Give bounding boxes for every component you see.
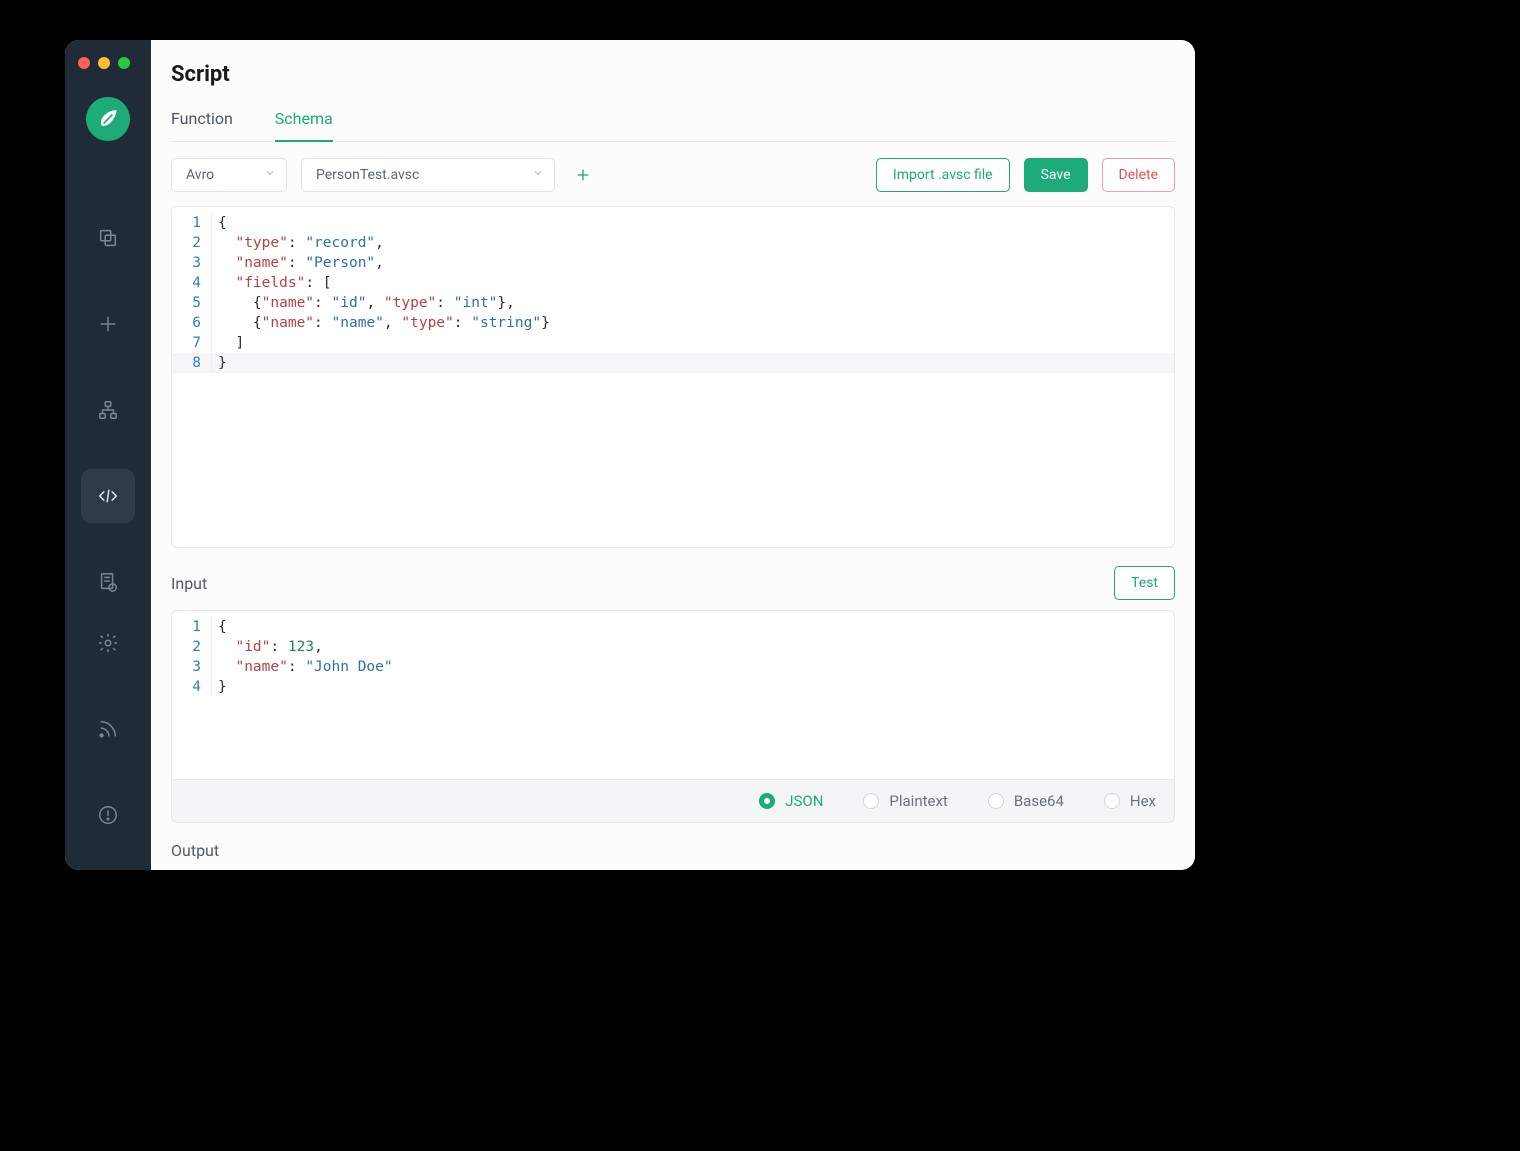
page-title: Script [171, 40, 1175, 99]
code-line: 2 "type": "record", [172, 233, 1174, 253]
tab-schema[interactable]: Schema [275, 99, 333, 142]
sidebar [65, 40, 151, 870]
file-select-value: PersonTest.avsc [316, 167, 419, 183]
input-format-bar: JSON Plaintext Base64 Hex [171, 779, 1175, 823]
format-select-value: Avro [186, 167, 214, 183]
output-title: Output [171, 823, 1175, 870]
sidebar-item-flow[interactable] [81, 383, 135, 437]
format-radio-plaintext[interactable]: Plaintext [863, 792, 947, 810]
code-line: 2 "id": 123, [172, 637, 1174, 657]
radio-dot-icon [863, 793, 879, 809]
code-content: "fields": [ [212, 273, 332, 293]
receipt-icon [97, 571, 119, 593]
format-radio-hex[interactable]: Hex [1104, 792, 1156, 810]
test-button[interactable]: Test [1114, 566, 1175, 600]
radio-label: Hex [1130, 792, 1156, 810]
radio-label: Plaintext [889, 792, 947, 810]
code-content: "name": "Person", [212, 253, 384, 273]
line-number: 8 [172, 353, 212, 373]
save-button[interactable]: Save [1024, 158, 1088, 192]
code-content: "id": 123, [212, 637, 323, 657]
code-content: { [212, 213, 227, 233]
copy-icon [97, 227, 119, 249]
code-content: {"name": "id", "type": "int"}, [212, 293, 515, 313]
code-line: 6 {"name": "name", "type": "string"} [172, 313, 1174, 333]
code-line: 8} [172, 353, 1174, 373]
line-number: 2 [172, 637, 212, 657]
line-number: 2 [172, 233, 212, 253]
sidebar-item-add[interactable] [81, 297, 135, 351]
app-logo [86, 97, 130, 141]
line-number: 3 [172, 253, 212, 273]
code-content: ] [212, 333, 244, 353]
import-button[interactable]: Import .avsc file [876, 158, 1010, 192]
code-line: 5 {"name": "id", "type": "int"}, [172, 293, 1174, 313]
radio-dot-icon [759, 793, 775, 809]
zoom-window-button[interactable] [118, 57, 130, 69]
code-content: {"name": "name", "type": "string"} [212, 313, 550, 333]
radio-label: Base64 [1014, 792, 1064, 810]
radio-dot-icon [988, 793, 1004, 809]
chevron-down-icon [264, 167, 276, 183]
add-schema-button[interactable] [569, 161, 597, 189]
line-number: 4 [172, 677, 212, 697]
code-line: 3 "name": "Person", [172, 253, 1174, 273]
window-controls [65, 50, 130, 89]
line-number: 1 [172, 213, 212, 233]
main-panel: Script Function Schema Avro PersonTest.a… [151, 40, 1195, 870]
format-select[interactable]: Avro [171, 158, 287, 192]
line-number: 3 [172, 657, 212, 677]
code-content: } [212, 353, 227, 373]
tab-bar: Function Schema [171, 99, 1175, 142]
code-content: "type": "record", [212, 233, 384, 253]
input-area: 1{2 "id": 123,3 "name": "John Doe"4} JSO… [171, 610, 1175, 823]
sidebar-item-alerts[interactable] [81, 788, 135, 842]
code-line: 4} [172, 677, 1174, 697]
sidebar-item-logs[interactable] [81, 555, 135, 609]
code-line: 1{ [172, 617, 1174, 637]
format-radio-json[interactable]: JSON [759, 792, 823, 810]
line-number: 1 [172, 617, 212, 637]
app-window: Script Function Schema Avro PersonTest.a… [65, 40, 1195, 870]
input-header: Input Test [171, 548, 1175, 610]
code-content: { [212, 617, 227, 637]
tab-function[interactable]: Function [171, 99, 233, 142]
line-number: 5 [172, 293, 212, 313]
leaf-logo-icon [95, 106, 121, 132]
line-number: 4 [172, 273, 212, 293]
sidebar-item-feed[interactable] [81, 702, 135, 756]
sidebar-item-settings[interactable] [81, 616, 135, 670]
sidebar-nav [81, 211, 135, 609]
code-line: 7 ] [172, 333, 1174, 353]
plus-icon [97, 313, 119, 335]
gear-icon [97, 632, 119, 654]
input-title: Input [171, 574, 207, 593]
code-line: 4 "fields": [ [172, 273, 1174, 293]
code-icon [97, 485, 119, 507]
code-line: 1{ [172, 213, 1174, 233]
tree-icon [97, 399, 119, 421]
alert-icon [97, 804, 119, 826]
code-content: "name": "John Doe" [212, 657, 393, 677]
format-radio-base64[interactable]: Base64 [988, 792, 1064, 810]
rss-icon [97, 718, 119, 740]
schema-toolbar: Avro PersonTest.avsc Import .avsc file S… [171, 142, 1175, 206]
line-number: 6 [172, 313, 212, 333]
delete-button[interactable]: Delete [1102, 158, 1175, 192]
schema-code-editor[interactable]: 1{2 "type": "record",3 "name": "Person",… [171, 206, 1175, 548]
code-line: 3 "name": "John Doe" [172, 657, 1174, 677]
chevron-down-icon [532, 167, 544, 183]
sidebar-item-copy[interactable] [81, 211, 135, 265]
input-code-editor[interactable]: 1{2 "id": 123,3 "name": "John Doe"4} [171, 610, 1175, 780]
sidebar-bottom [81, 616, 135, 870]
minimize-window-button[interactable] [98, 57, 110, 69]
radio-label: JSON [785, 792, 823, 810]
line-number: 7 [172, 333, 212, 353]
sidebar-item-script[interactable] [81, 469, 135, 523]
file-select[interactable]: PersonTest.avsc [301, 158, 555, 192]
plus-icon [575, 167, 591, 183]
code-content: } [212, 677, 227, 697]
close-window-button[interactable] [78, 57, 90, 69]
radio-dot-icon [1104, 793, 1120, 809]
